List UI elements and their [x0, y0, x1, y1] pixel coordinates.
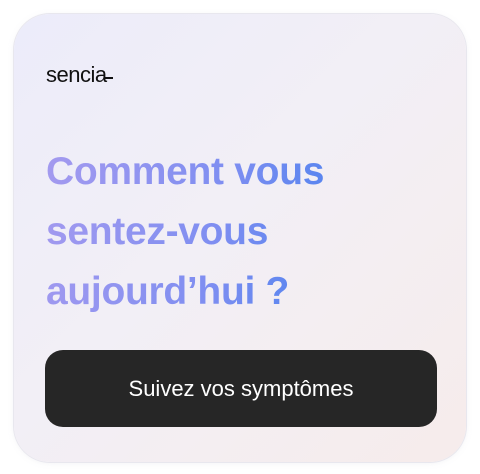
headline: Comment vous sentez-vous aujourd’hui ?: [46, 142, 436, 322]
brand-logo: sencia: [46, 64, 113, 86]
promo-card: sencia Comment vous sentez-vous aujourd’…: [14, 14, 466, 462]
brand-dash-mark: [104, 77, 113, 79]
track-symptoms-button[interactable]: Suivez vos symptômes: [45, 350, 437, 427]
brand-name: sencia: [46, 62, 107, 87]
